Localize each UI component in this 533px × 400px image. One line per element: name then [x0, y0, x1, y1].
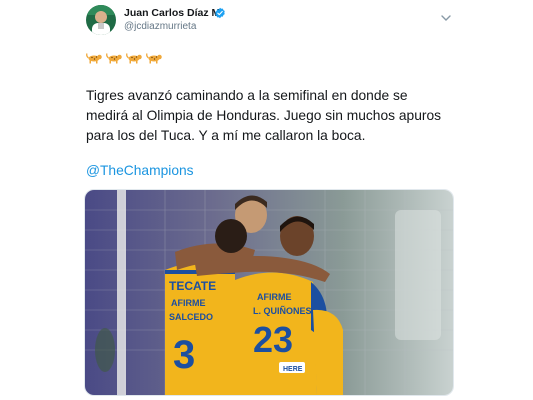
tweet-photo[interactable]: TECATE AFIRME SALCEDO 3 AFIRME L. QUIÑON…	[84, 189, 454, 396]
jersey-sponsor-right: AFIRME	[257, 292, 292, 302]
tweet-card: Juan Carlos Díaz M. @jcdiazmurrieta Tigr…	[0, 0, 533, 400]
tweet-text: Tigres avanzó caminando a la semifinal e…	[86, 88, 442, 143]
mention-link[interactable]: @TheChampions	[86, 163, 194, 178]
leopard-icon	[106, 53, 122, 64]
verified-badge-icon	[214, 6, 226, 19]
emoji-row	[86, 52, 163, 66]
jersey-sponsor-left: AFIRME	[171, 298, 206, 308]
jersey-patch: HERE	[283, 366, 303, 373]
player-right-name: L. QUIÑONES	[253, 306, 312, 316]
author-name[interactable]: Juan Carlos Díaz M.	[124, 7, 223, 19]
leopard-icon	[126, 53, 142, 64]
author-avatar[interactable]	[86, 5, 116, 35]
author-handle[interactable]: @jcdiazmurrieta	[124, 21, 196, 32]
leopard-icon	[146, 53, 162, 64]
player-right-number: 23	[253, 319, 293, 360]
leopard-icon	[86, 53, 102, 64]
chevron-down-icon[interactable]	[441, 9, 451, 21]
player-left-number: 3	[173, 333, 195, 377]
jersey-brand-left: TECATE	[169, 279, 216, 293]
player-left-name: SALCEDO	[169, 312, 213, 322]
